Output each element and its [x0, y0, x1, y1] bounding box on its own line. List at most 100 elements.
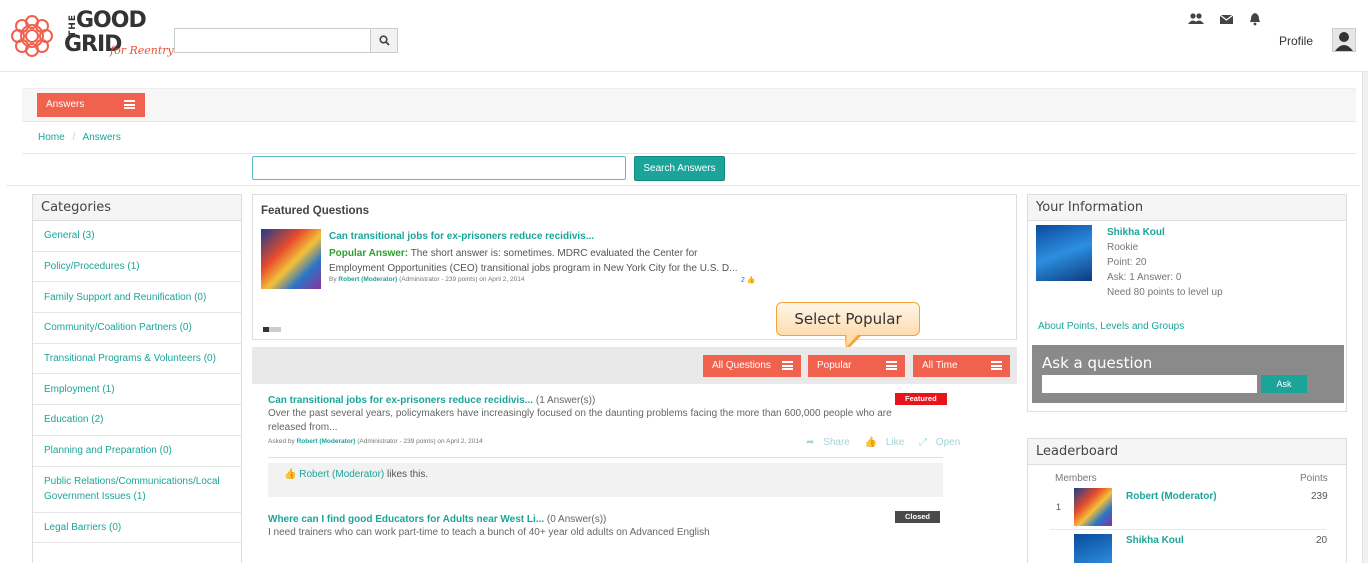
breadcrumb-home[interactable]: Home	[38, 132, 65, 143]
answers-search-input[interactable]	[252, 156, 626, 180]
category-item[interactable]: Policy/Procedures (1)	[33, 252, 241, 283]
categories-list: General (3) Policy/Procedures (1) Family…	[33, 221, 241, 544]
popular-label: Popular	[817, 360, 852, 371]
search-answers-button[interactable]: Search Answers	[634, 156, 725, 181]
like-action[interactable]: 👍 Like	[865, 437, 911, 448]
question-title-link[interactable]: Where can I find good Educators for Adul…	[268, 514, 606, 525]
question-author-link[interactable]: Robert (Moderator)	[297, 438, 356, 445]
select-popular-callout: Select Popular	[776, 302, 920, 336]
logo-good: GOOD	[76, 8, 147, 33]
featured-title: Featured Questions	[261, 205, 369, 217]
header-search-button[interactable]	[370, 28, 398, 53]
open-action[interactable]: ⤢ Open	[919, 437, 966, 448]
ask-button[interactable]: Ask	[1261, 375, 1307, 393]
question-excerpt: Over the past several years, policymaker…	[268, 408, 892, 433]
category-item[interactable]: Transitional Programs & Volunteers (0)	[33, 344, 241, 375]
question-asked-by: Asked by Robert (Moderator) (Administrat…	[268, 438, 483, 445]
question-title[interactable]: Can transitional jobs for ex-prisoners r…	[268, 395, 533, 406]
breadcrumb: Home / Answers	[38, 132, 121, 143]
user-rank: Rookie	[1107, 242, 1139, 253]
category-item[interactable]: Employment (1)	[33, 374, 241, 406]
share-icon: ➦	[806, 437, 815, 448]
featured-popular-answer: Popular Answer: The short answer is: som…	[329, 246, 749, 276]
category-item[interactable]: Public Relations/Communications/Local Go…	[33, 467, 241, 513]
byline-label: By	[329, 276, 337, 283]
featured-author-link[interactable]: Robert (Moderator)	[338, 276, 397, 283]
likes-summary: 👍 Robert (Moderator) likes this.	[268, 463, 943, 497]
about-points-link[interactable]: About Points, Levels and Groups	[1038, 321, 1184, 332]
ask-question-input[interactable]	[1042, 375, 1257, 393]
answers-menu-button[interactable]: Answers	[37, 93, 145, 117]
category-item[interactable]: Legal Barriers (0)	[33, 513, 241, 544]
thumbs-up-icon: 👍	[746, 277, 756, 284]
answers-subnav-bar	[22, 88, 1356, 122]
featured-byline: By Robert (Moderator) (Administrator - 2…	[329, 276, 524, 283]
user-ask-answer: Ask: 1 Answer: 0	[1107, 272, 1182, 283]
likes-text: likes this.	[387, 469, 429, 480]
question-actions: ➦ Share 👍 Like ⤢ Open	[806, 437, 972, 448]
leaderboard-panel: Leaderboard Members Points 1 Robert (Mod…	[1027, 438, 1347, 563]
share-label: Share	[823, 437, 850, 448]
header-search-input[interactable]	[174, 28, 370, 53]
leaderboard-avatar[interactable]	[1074, 534, 1112, 563]
thumbs-up-icon: 👍	[284, 469, 297, 480]
user-level-progress: Need 80 points to level up	[1107, 287, 1223, 298]
featured-like-count[interactable]: 2 👍	[741, 276, 756, 284]
breadcrumb-separator: /	[72, 132, 76, 143]
leaderboard-points: 239	[1311, 491, 1328, 502]
carousel-indicator[interactable]	[263, 327, 281, 332]
user-points: Point: 20	[1107, 257, 1147, 268]
all-questions-label: All Questions	[712, 360, 771, 371]
user-avatar[interactable]	[1036, 225, 1092, 281]
all-questions-filter[interactable]: All Questions	[703, 355, 801, 377]
breadcrumb-answers[interactable]: Answers	[82, 132, 120, 143]
menu-icon	[124, 100, 135, 109]
closed-badge: Closed	[895, 511, 941, 523]
page-scrollbar[interactable]	[1362, 72, 1368, 563]
users-icon[interactable]	[1188, 12, 1204, 26]
profile-link[interactable]: Profile	[1279, 34, 1313, 48]
leaderboard-title: Leaderboard	[1028, 439, 1346, 465]
leaderboard-member-link[interactable]: Robert (Moderator)	[1126, 491, 1217, 502]
featured-question-link[interactable]: Can transitional jobs for ex-prisoners r…	[329, 231, 594, 242]
logo-tagline: for Reentry	[110, 44, 174, 57]
all-time-filter[interactable]: All Time	[913, 355, 1010, 377]
user-name-link[interactable]: Shikha Koul	[1107, 227, 1165, 238]
category-item[interactable]: General (3)	[33, 221, 241, 252]
bell-icon[interactable]	[1248, 12, 1264, 26]
category-item[interactable]: Community/Coalition Partners (0)	[33, 313, 241, 344]
categories-panel: Categories General (3) Policy/Procedures…	[32, 194, 242, 563]
popular-answer-label: Popular Answer:	[329, 248, 409, 259]
divider	[268, 457, 943, 458]
asked-by-label: Asked by	[268, 438, 295, 445]
featured-thumbnail[interactable]	[261, 229, 321, 289]
question-title[interactable]: Where can I find good Educators for Adul…	[268, 514, 544, 525]
envelope-icon[interactable]	[1219, 12, 1235, 26]
popular-filter[interactable]: Popular	[808, 355, 905, 377]
like-count: 2	[741, 277, 745, 284]
category-item[interactable]: Family Support and Reunification (0)	[33, 282, 241, 314]
category-item[interactable]: Education (2)	[33, 405, 241, 436]
category-item[interactable]: Planning and Preparation (0)	[33, 436, 241, 467]
flower-logo-icon	[11, 15, 53, 57]
menu-icon	[991, 361, 1002, 370]
search-icon	[378, 35, 390, 46]
ask-question-box: Ask a question Ask	[1032, 345, 1344, 403]
site-logo[interactable]: THE GOOD GRID for Reentry	[6, 8, 174, 66]
menu-icon	[782, 361, 793, 370]
answer-count: (1 Answer(s))	[535, 395, 596, 406]
share-action[interactable]: ➦ Share	[806, 437, 856, 448]
thumbs-up-icon: 👍	[864, 437, 878, 448]
leaderboard-member-link[interactable]: Shikha Koul	[1126, 535, 1184, 546]
open-label: Open	[935, 437, 961, 448]
breadcrumb-band	[22, 122, 1356, 154]
leaderboard-avatar[interactable]	[1074, 488, 1112, 526]
leaderboard-rank: 1	[1056, 502, 1062, 512]
question-title-link[interactable]: Can transitional jobs for ex-prisoners r…	[268, 395, 595, 406]
answers-menu-label: Answers	[46, 99, 85, 110]
avatar[interactable]	[1332, 28, 1356, 52]
members-header: Members	[1055, 473, 1097, 484]
liker-link[interactable]: Robert (Moderator)	[299, 469, 384, 480]
all-time-label: All Time	[922, 360, 958, 371]
divider	[1050, 529, 1326, 530]
